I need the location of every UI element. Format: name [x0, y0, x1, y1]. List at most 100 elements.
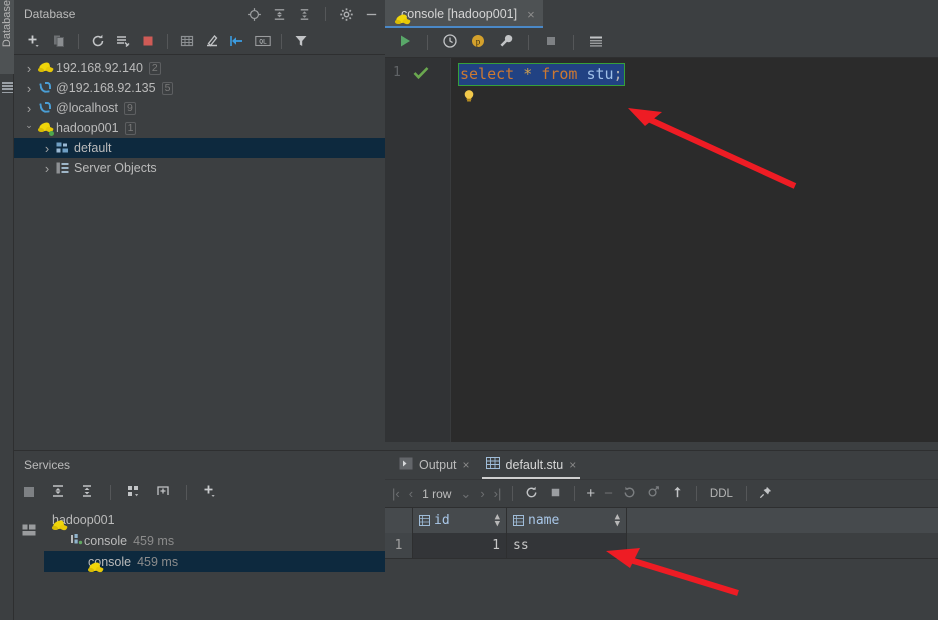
sql-statement[interactable]: select * from stu; — [458, 63, 625, 86]
tree-item-default[interactable]: default — [14, 138, 385, 158]
stop-icon[interactable] — [22, 485, 36, 502]
cell-id[interactable]: 1 — [413, 533, 507, 558]
remove-row-button[interactable]: − — [604, 485, 613, 502]
chevron-right-icon[interactable] — [22, 61, 36, 76]
expand-all-icon[interactable] — [272, 7, 287, 22]
jump-to-icon[interactable] — [229, 33, 245, 49]
lightbulb-icon[interactable] — [463, 89, 475, 103]
first-page-button[interactable]: |‹ — [392, 486, 400, 501]
results-tab-bar: Output × default.stu × — [385, 451, 938, 479]
grid-column-header-name[interactable]: name ▲ ▼ — [507, 508, 627, 533]
copy-icon[interactable] — [51, 33, 67, 49]
chevron-right-icon[interactable] — [40, 141, 54, 156]
run-icon[interactable] — [397, 33, 413, 52]
service-item-console-session[interactable]: console 459 ms — [44, 530, 385, 551]
service-item-duration: 459 ms — [133, 533, 175, 548]
upload-icon[interactable] — [670, 485, 685, 503]
refresh-icon[interactable] — [524, 485, 539, 503]
code-body[interactable]: select * from stu; — [451, 58, 938, 442]
close-icon[interactable]: × — [569, 458, 576, 472]
tree-item-label: @localhost — [56, 101, 119, 115]
sqlite-bird-icon — [36, 101, 54, 115]
chevron-right-icon[interactable] — [40, 161, 54, 176]
table-row[interactable]: 1 1 ss — [385, 533, 938, 559]
mysql-dolphin-icon — [36, 121, 54, 136]
services-toolbar — [44, 479, 385, 505]
parameters-icon[interactable]: p — [470, 33, 486, 52]
submit-icon[interactable] — [646, 485, 661, 503]
chevron-right-icon[interactable] — [22, 81, 36, 96]
prev-page-button[interactable]: ‹ — [409, 486, 413, 501]
tree-item-at-192-168-92-135[interactable]: @192.168.92.135 5 — [14, 78, 385, 98]
header-divider — [325, 7, 326, 21]
result-grid[interactable]: id ▲ ▼ name ▲ ▼ 1 1 ss — [385, 507, 938, 559]
close-icon[interactable]: × — [527, 7, 535, 22]
row-count-label[interactable]: 1 row — [422, 487, 451, 501]
collapse-all-icon[interactable] — [79, 483, 95, 502]
chevron-down-icon[interactable]: ⌄ — [460, 486, 471, 502]
grid-column-header-id[interactable]: id ▲ ▼ — [413, 508, 507, 533]
line-number: 1 — [393, 65, 401, 80]
close-icon[interactable]: × — [463, 458, 470, 472]
stop-icon[interactable] — [140, 33, 156, 49]
layout-icon[interactable] — [22, 524, 36, 539]
group-icon[interactable] — [126, 483, 142, 502]
stop-icon[interactable] — [548, 485, 563, 503]
editor-gutter[interactable]: 1 — [385, 58, 451, 442]
tab-console-hadoop001[interactable]: console [hadoop001] × — [385, 0, 543, 28]
services-panel-title: Services — [24, 458, 71, 472]
tree-item-label: 192.168.92.140 — [56, 61, 143, 75]
service-item-console-run[interactable]: console 459 ms — [44, 551, 385, 573]
table-icon[interactable] — [179, 33, 195, 49]
stop-icon[interactable] — [543, 33, 559, 52]
collapse-all-icon[interactable] — [297, 7, 312, 22]
structure-icon[interactable] — [2, 82, 13, 94]
refresh-icon[interactable] — [90, 33, 106, 49]
filter-icon[interactable] — [293, 33, 309, 49]
wrench-icon[interactable] — [498, 33, 514, 52]
add-icon[interactable] — [202, 483, 218, 502]
grid-icon[interactable] — [588, 33, 604, 52]
grid-column-label: name — [528, 513, 560, 528]
locate-icon[interactable] — [247, 7, 262, 22]
column-icon — [419, 515, 430, 526]
gear-icon[interactable] — [339, 7, 354, 22]
schema-icon — [54, 142, 72, 154]
add-row-button[interactable]: + — [586, 485, 595, 502]
edit-icon[interactable] — [204, 33, 220, 49]
tree-item-label: Server Objects — [74, 161, 157, 175]
sort-icon[interactable]: ▲ ▼ — [615, 512, 620, 528]
ddl-button[interactable]: DDL — [708, 488, 735, 500]
database-panel-title: Database — [24, 7, 76, 21]
chevron-down-icon[interactable] — [22, 123, 36, 134]
expand-all-icon[interactable] — [50, 483, 66, 502]
minimize-icon[interactable] — [364, 7, 379, 22]
tree-item-192-168-92-140[interactable]: 192.168.92.140 2 — [14, 58, 385, 78]
tab-label: console [hadoop001] — [401, 7, 518, 21]
add-icon[interactable] — [26, 33, 42, 49]
last-page-button[interactable]: ›| — [494, 486, 502, 501]
tab-default-stu[interactable]: default.stu × — [480, 451, 583, 479]
sort-icon[interactable]: ▲ ▼ — [495, 512, 500, 528]
cell-name[interactable]: ss — [507, 533, 627, 558]
column-icon — [513, 515, 524, 526]
service-item-hadoop001[interactable]: hadoop001 — [44, 509, 385, 531]
pin-icon[interactable] — [758, 485, 773, 503]
database-tree: 192.168.92.140 2 @192.168.92.135 5 @loca… — [14, 55, 385, 178]
sidebar-tab-database[interactable]: Database — [0, 0, 14, 74]
ql-console-icon[interactable]: QL — [254, 33, 271, 49]
sync-settings-icon[interactable] — [115, 33, 131, 49]
add-frame-icon[interactable] — [155, 483, 171, 502]
tree-item-hadoop001[interactable]: hadoop001 1 — [14, 118, 385, 138]
history-icon[interactable] — [442, 33, 458, 52]
sql-keyword-from: from — [541, 65, 578, 83]
revert-icon[interactable] — [622, 485, 637, 503]
tree-item-server-objects[interactable]: Server Objects — [14, 158, 385, 178]
next-page-button[interactable]: › — [480, 486, 484, 501]
tree-item-at-localhost[interactable]: @localhost 9 — [14, 98, 385, 118]
service-item-duration: 459 ms — [137, 554, 179, 569]
session-icon — [70, 533, 84, 548]
code-editor[interactable]: 1 select * from stu; — [385, 58, 938, 442]
tab-output[interactable]: Output × — [393, 451, 476, 479]
chevron-right-icon[interactable] — [22, 101, 36, 116]
